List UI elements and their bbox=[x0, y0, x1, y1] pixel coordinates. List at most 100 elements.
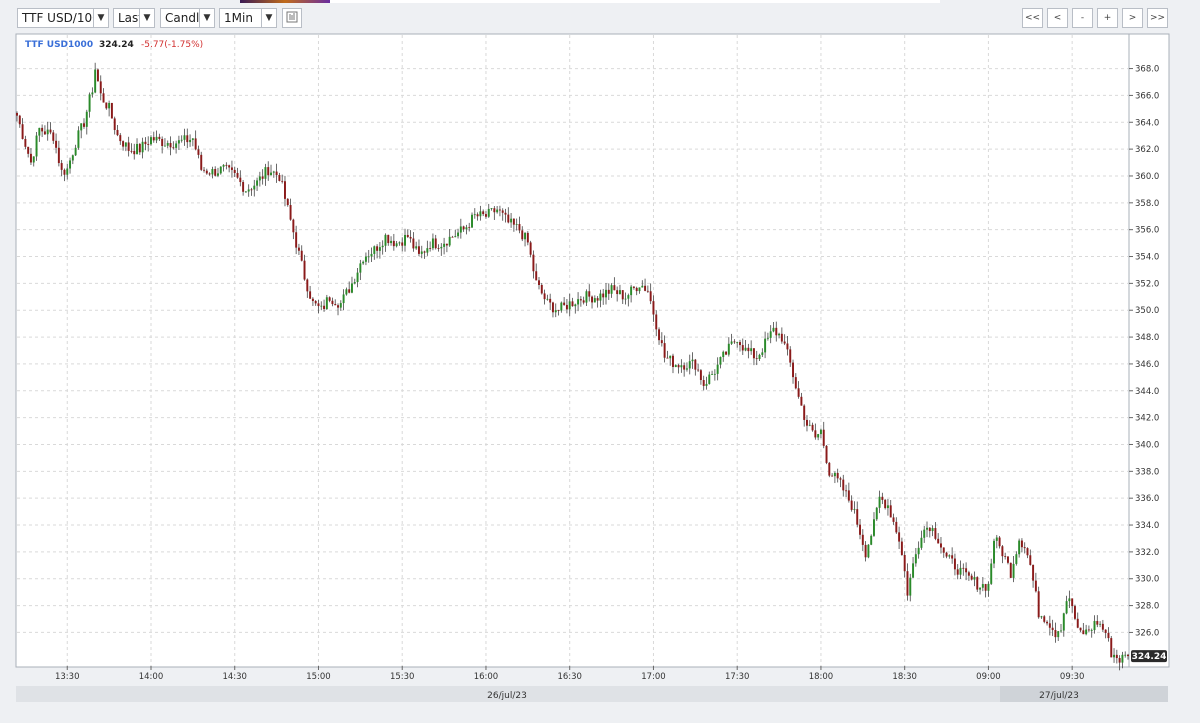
y-tick-label: 330.0 bbox=[1135, 575, 1159, 585]
candle-body bbox=[91, 92, 94, 95]
symbol-select[interactable]: TTF USD/100 ▼ bbox=[17, 8, 109, 28]
candle-body bbox=[1034, 580, 1037, 592]
candle-body bbox=[951, 555, 954, 559]
candle-body bbox=[261, 176, 264, 179]
candle-body bbox=[493, 208, 496, 213]
candle-body bbox=[258, 176, 261, 181]
candle-body bbox=[406, 234, 409, 237]
candle-body bbox=[507, 214, 510, 223]
candle-body bbox=[1018, 540, 1021, 555]
indicators-icon bbox=[286, 11, 298, 26]
candle-body bbox=[1073, 606, 1076, 619]
candle-body bbox=[674, 365, 677, 368]
candle-body bbox=[487, 208, 490, 217]
candle-body bbox=[1029, 555, 1032, 565]
candle-body bbox=[1115, 654, 1118, 659]
chart-style-select[interactable]: Candle ▼ bbox=[160, 8, 215, 28]
candle-body bbox=[881, 496, 884, 500]
candle-body bbox=[1107, 632, 1110, 639]
candle-body bbox=[417, 246, 420, 254]
candle-body bbox=[1068, 598, 1071, 602]
y-tick-label: 344.0 bbox=[1135, 387, 1159, 397]
candle-body bbox=[457, 232, 460, 237]
candle-body bbox=[387, 234, 390, 244]
candle-body bbox=[621, 290, 624, 300]
candle-body bbox=[395, 243, 398, 247]
zoom-out-button[interactable]: - bbox=[1072, 8, 1093, 28]
price-chart[interactable]: 326.0 328.0 330.0 332.0 334.0 336.0 338.0 340.0… bbox=[15, 33, 1170, 703]
candle-body bbox=[169, 143, 172, 148]
candle-body bbox=[1051, 627, 1054, 631]
candle-body bbox=[873, 519, 875, 536]
candle-body bbox=[297, 247, 300, 251]
candle-body bbox=[847, 490, 850, 501]
candle-body bbox=[942, 547, 945, 553]
candle-body bbox=[688, 361, 691, 369]
candle-body bbox=[52, 132, 55, 141]
candle-body bbox=[398, 242, 401, 244]
candle-body bbox=[599, 293, 602, 301]
candle-body bbox=[953, 558, 956, 570]
candle-body bbox=[63, 169, 66, 175]
nav-prev-button[interactable]: < bbox=[1047, 8, 1068, 28]
candle-body bbox=[175, 143, 178, 148]
candle-body bbox=[197, 149, 200, 155]
candle-body bbox=[331, 300, 334, 305]
price-field-select[interactable]: Last ▼ bbox=[113, 8, 155, 28]
candle-body bbox=[808, 424, 811, 426]
candle-body bbox=[484, 214, 487, 217]
candle-body bbox=[780, 333, 783, 342]
candle-body bbox=[708, 374, 711, 384]
candle-body bbox=[652, 301, 655, 315]
candle-body bbox=[437, 248, 440, 249]
candle-body bbox=[889, 505, 892, 518]
candle-body bbox=[624, 298, 627, 300]
candle-body bbox=[685, 368, 688, 370]
candle-body bbox=[727, 343, 730, 355]
candle-body bbox=[384, 234, 387, 246]
candle-body bbox=[967, 572, 970, 576]
x-tick-label: 15:00 bbox=[306, 672, 331, 682]
last-price-value: 324.24 bbox=[1132, 652, 1167, 662]
candle-body bbox=[898, 532, 901, 542]
candle-body bbox=[244, 191, 247, 193]
candle-body bbox=[632, 286, 635, 288]
candle-body bbox=[471, 214, 473, 228]
interval-select[interactable]: 1Min ▼ bbox=[219, 8, 277, 28]
candle-body bbox=[574, 304, 577, 307]
candle-body bbox=[1062, 613, 1065, 631]
candle-body bbox=[459, 226, 462, 233]
candle-body bbox=[83, 123, 85, 127]
candle-body bbox=[543, 293, 546, 300]
candle-body bbox=[230, 167, 233, 170]
nav-last-button[interactable]: >> bbox=[1147, 8, 1168, 28]
candle-body bbox=[973, 577, 976, 580]
candle-body bbox=[806, 419, 808, 426]
candle-body bbox=[141, 141, 144, 153]
candle-body bbox=[786, 343, 789, 350]
chevron-down-icon[interactable]: ▼ bbox=[93, 9, 108, 27]
candle-body bbox=[77, 130, 80, 148]
date-label-1: 26/jul/23 bbox=[487, 691, 527, 701]
candle-body bbox=[822, 429, 825, 446]
candle-body bbox=[356, 272, 359, 283]
chevron-down-icon[interactable]: ▼ bbox=[139, 9, 154, 27]
zoom-in-button[interactable]: + bbox=[1097, 8, 1118, 28]
candle-body bbox=[189, 139, 192, 143]
candle-body bbox=[440, 246, 443, 249]
candle-body bbox=[74, 147, 77, 156]
candle-body bbox=[861, 534, 864, 545]
chevron-down-icon[interactable]: ▼ bbox=[261, 9, 276, 27]
candle-body bbox=[353, 282, 356, 284]
candle-body bbox=[959, 567, 962, 575]
chevron-down-icon[interactable]: ▼ bbox=[199, 9, 214, 27]
candle-body bbox=[850, 500, 853, 510]
indicators-button[interactable] bbox=[282, 8, 302, 28]
candle-body bbox=[761, 352, 764, 355]
candle-body bbox=[337, 305, 339, 308]
candle-body bbox=[203, 169, 206, 171]
candle-body bbox=[412, 238, 415, 249]
chart-container[interactable]: 326.0 328.0 330.0 332.0 334.0 336.0 338.0 340.0… bbox=[15, 33, 1170, 703]
nav-next-button[interactable]: > bbox=[1122, 8, 1143, 28]
nav-first-button[interactable]: << bbox=[1022, 8, 1043, 28]
